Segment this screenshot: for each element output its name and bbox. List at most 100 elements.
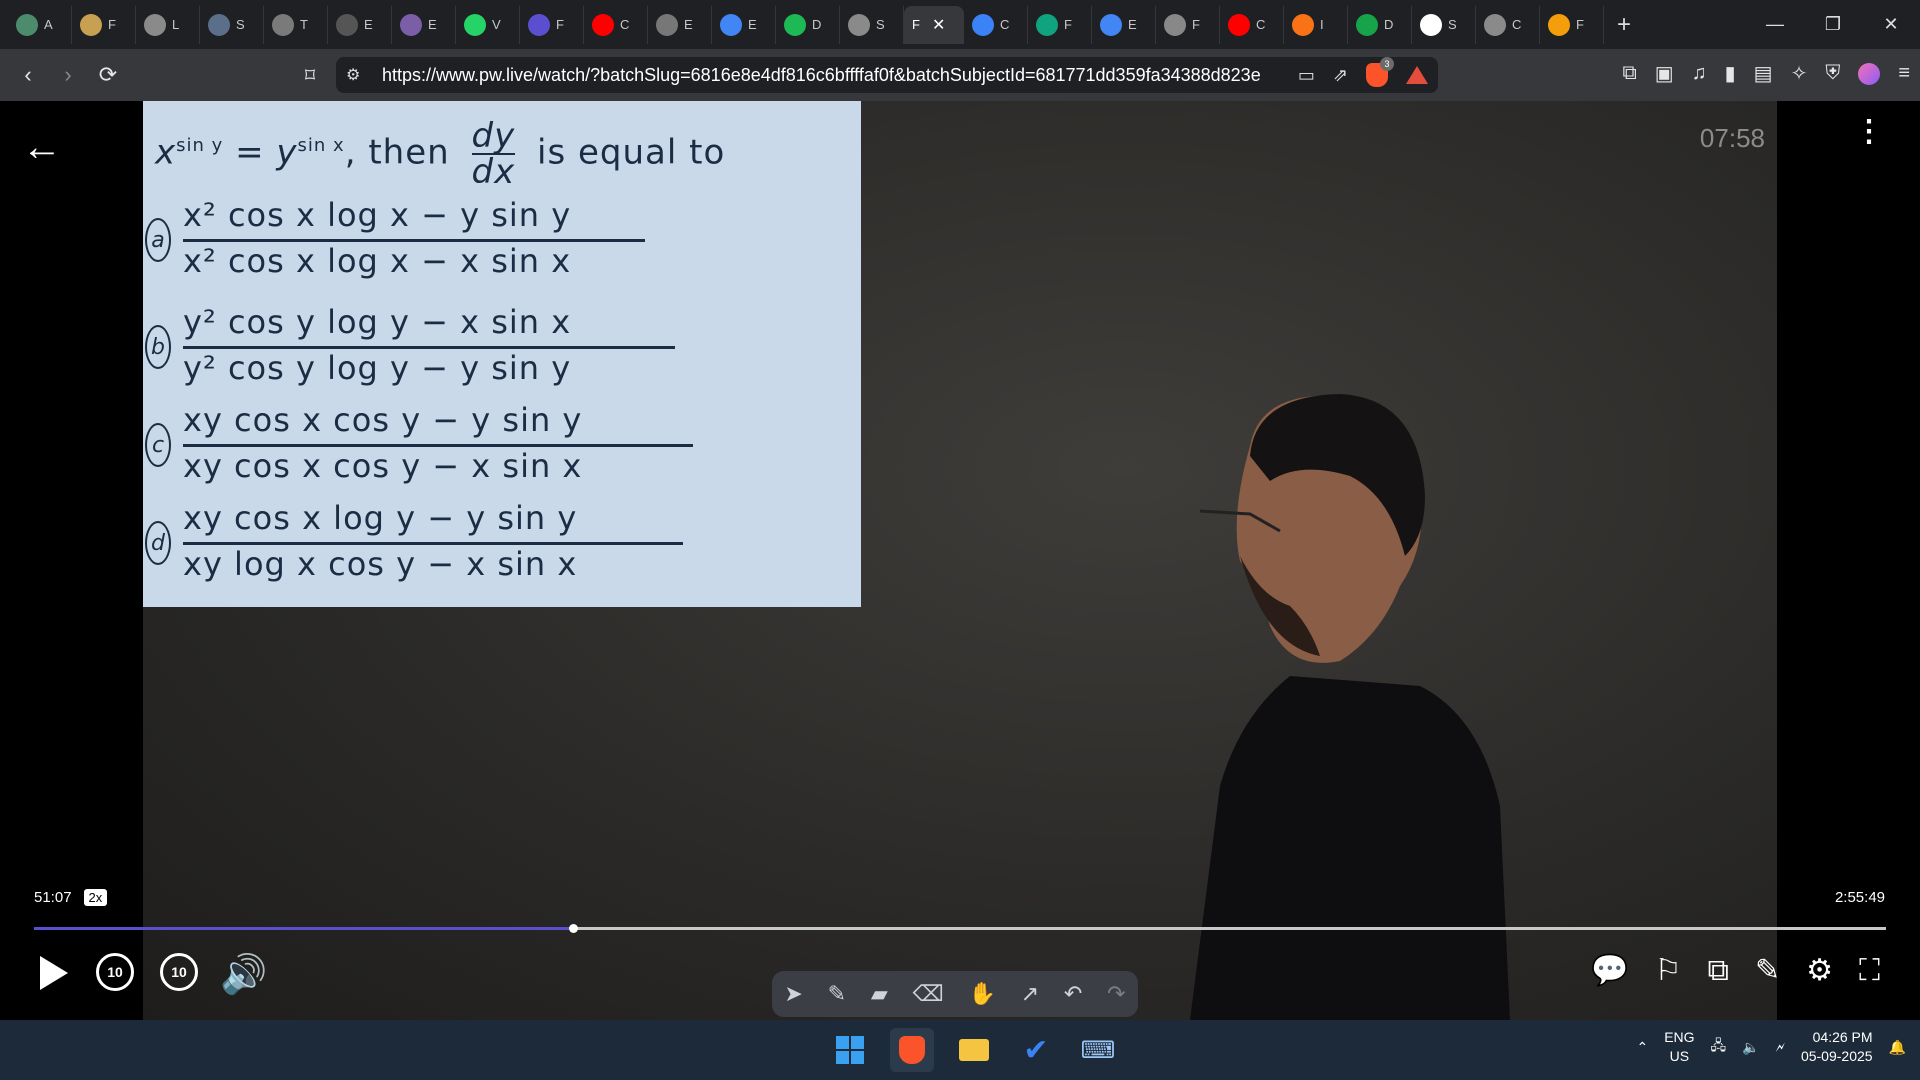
tab-label: E <box>428 17 437 32</box>
leo-ai-icon[interactable]: ✧ <box>1791 61 1808 86</box>
rewind-10-button[interactable]: 10 <box>96 953 134 991</box>
option-numerator: xy cos x log y − y sin y <box>183 499 578 537</box>
tab-10[interactable]: E <box>648 5 712 44</box>
tab-6[interactable]: E <box>392 5 456 44</box>
seek-bar-played <box>34 927 573 930</box>
tab-after-0[interactable]: C <box>964 5 1028 44</box>
notification-bell-icon[interactable]: 🔔 <box>1889 1039 1906 1056</box>
extensions-icon[interactable]: ⧉ <box>1622 62 1636 85</box>
picture-in-picture-icon[interactable]: ⧉ <box>1708 954 1729 988</box>
share-icon[interactable]: ⇗ <box>1333 65 1348 86</box>
arrow-tool-icon[interactable]: ↗ <box>1021 981 1039 1007</box>
tab-after-3[interactable]: F <box>1156 5 1220 44</box>
tab-after-4[interactable]: C <box>1220 5 1284 44</box>
profile-avatar[interactable] <box>1858 62 1881 85</box>
tab-list: AFLSTEEVFCEEDS <box>8 5 904 44</box>
tab-5[interactable]: E <box>328 5 392 44</box>
tab-11[interactable]: E <box>712 5 776 44</box>
highlighter-tool-icon[interactable]: ▰ <box>871 981 888 1007</box>
tab-favicon-icon <box>144 13 166 36</box>
forward-10-button[interactable]: 10 <box>160 953 198 991</box>
close-window-icon[interactable]: ✕ <box>1862 0 1920 49</box>
pen-tool-icon[interactable]: ✎ <box>828 981 846 1007</box>
reader-mode-icon[interactable]: ▣ <box>1655 61 1674 86</box>
minimize-icon[interactable]: — <box>1746 0 1804 49</box>
forward-icon[interactable]: › <box>50 57 86 93</box>
start-button[interactable] <box>828 1028 872 1072</box>
tab-after-9[interactable]: F <box>1540 5 1604 44</box>
back-arrow-icon[interactable]: ← <box>22 125 62 170</box>
new-tab-button[interactable]: + <box>1604 11 1644 39</box>
tab-2[interactable]: L <box>136 5 200 44</box>
seek-handle[interactable] <box>568 924 578 933</box>
tab-4[interactable]: T <box>264 5 328 44</box>
back-icon[interactable]: ‹ <box>10 57 46 93</box>
input-language[interactable]: ENG US <box>1664 1028 1694 1066</box>
tab-active-label: F <box>912 17 920 32</box>
tab-list-after: CFEFCIDSCF <box>964 5 1604 44</box>
show-hidden-icons[interactable]: ⌃ <box>1636 1039 1648 1056</box>
translate-icon[interactable]: ⚐ <box>1655 953 1682 988</box>
notes-icon[interactable]: ✎ <box>1755 953 1780 988</box>
tab-active[interactable]: F ✕ <box>904 5 964 44</box>
option-label: d <box>145 521 171 565</box>
speed-badge[interactable]: 2x <box>83 889 108 906</box>
media-icon[interactable]: ♫ <box>1692 62 1707 85</box>
volume-icon[interactable]: 🔊 <box>220 953 267 997</box>
restore-icon[interactable]: ❐ <box>1804 0 1862 49</box>
bookmark-icon[interactable]: ⌑ <box>292 57 328 93</box>
hand-tool-icon[interactable]: ✋ <box>968 981 995 1007</box>
settings-gear-icon[interactable]: ⚙ <box>1806 953 1833 988</box>
redo-icon[interactable]: ↷ <box>1107 981 1125 1007</box>
tab-favicon-icon <box>400 13 422 36</box>
fullscreen-icon[interactable]: ⛶ <box>1859 954 1880 988</box>
play-button[interactable] <box>36 953 72 993</box>
clock[interactable]: 04:26 PM 05-09-2025 <box>1801 1028 1873 1066</box>
site-settings-icon[interactable]: ⚙ <box>346 65 374 85</box>
tab-favicon-icon <box>1228 13 1250 36</box>
brave-rewards-icon[interactable] <box>1406 66 1428 84</box>
tab-12[interactable]: D <box>776 5 840 44</box>
brave-shields-icon[interactable]: 3 <box>1366 57 1394 87</box>
tab-7[interactable]: V <box>456 5 520 44</box>
tab-after-7[interactable]: S <box>1412 5 1476 44</box>
more-options-icon[interactable]: ⋮ <box>1854 117 1884 147</box>
battery-icon[interactable]: 🗲 <box>1776 1039 1785 1056</box>
tab-label: D <box>1384 17 1394 32</box>
keyboard-app-icon[interactable]: ⌨ <box>1076 1028 1120 1072</box>
file-explorer-icon[interactable] <box>952 1028 996 1072</box>
tab-1[interactable]: F <box>72 5 136 44</box>
menu-icon[interactable]: ≡ <box>1898 62 1910 85</box>
tab-favicon-icon <box>848 13 870 36</box>
tab-13[interactable]: S <box>840 5 904 44</box>
todo-app-icon[interactable]: ✔ <box>1014 1028 1058 1072</box>
seek-bar[interactable] <box>34 924 1886 933</box>
brave-taskbar-icon[interactable] <box>890 1028 934 1072</box>
tab-favicon-icon <box>1036 13 1058 36</box>
close-tab-icon[interactable]: ✕ <box>932 15 945 35</box>
reload-icon[interactable]: ⟳ <box>90 57 126 93</box>
wallet-icon[interactable]: ▤ <box>1754 61 1773 86</box>
tab-after-5[interactable]: I <box>1284 5 1348 44</box>
tab-after-1[interactable]: F <box>1028 5 1092 44</box>
tab-after-8[interactable]: C <box>1476 5 1540 44</box>
undo-icon[interactable]: ↶ <box>1064 981 1082 1007</box>
tab-after-6[interactable]: D <box>1348 5 1412 44</box>
tab-3[interactable]: S <box>200 5 264 44</box>
speaker-icon[interactable]: 🔈 <box>1742 1039 1759 1056</box>
network-icon[interactable]: 🖧 <box>1711 1035 1727 1059</box>
video-player[interactable]: xsin y = ysin x, then dy dx is equal to … <box>0 101 1920 1020</box>
sidebar-icon[interactable]: ▮ <box>1725 61 1736 86</box>
clock-date: 05-09-2025 <box>1800 1048 1873 1064</box>
eraser-tool-icon[interactable]: ⌫ <box>913 981 944 1007</box>
tab-9[interactable]: C <box>584 5 648 44</box>
tab-8[interactable]: F <box>520 5 584 44</box>
chat-icon[interactable]: 💬 <box>1591 953 1628 988</box>
vpn-icon[interactable]: ⛨ <box>1825 62 1840 85</box>
address-bar[interactable]: ⚙ https://www.pw.live/watch/?batchSlug=6… <box>336 57 1438 93</box>
pointer-tool-icon[interactable]: ➤ <box>784 981 802 1007</box>
tab-0[interactable]: A <box>8 5 72 44</box>
tab-after-2[interactable]: E <box>1092 5 1156 44</box>
tab-label: D <box>812 17 822 32</box>
cast-icon[interactable]: ▭ <box>1298 65 1315 86</box>
